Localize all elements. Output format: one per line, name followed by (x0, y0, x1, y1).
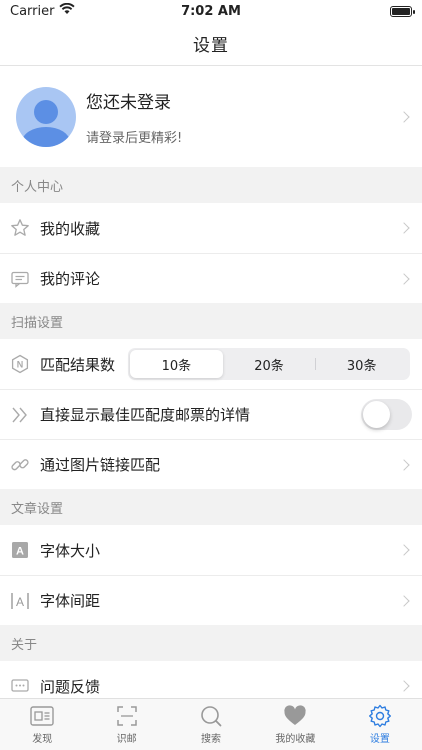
letter-spacing-row[interactable]: A 字体间距 (0, 575, 422, 625)
comments-label: 我的评论 (40, 270, 101, 288)
search-icon (201, 706, 222, 727)
tab-favorites[interactable]: 我的收藏 (253, 699, 337, 750)
match-count-segmented-control[interactable]: 10条 20条 30条 (128, 348, 410, 380)
chevron-right-icon (398, 544, 410, 556)
tab-label: 搜索 (201, 734, 222, 745)
tab-bar: 发现 识邮 搜索 我的收藏 设置 (0, 698, 422, 750)
letter-spacing-icon: A (10, 591, 30, 611)
tab-search[interactable]: 搜索 (169, 699, 253, 750)
link-icon (10, 455, 30, 475)
comments-row[interactable]: 我的评论 (0, 253, 422, 303)
profile-subtitle: 请登录后更精彩! (86, 130, 183, 146)
match-count-label: 匹配结果数 (40, 355, 116, 374)
discover-icon (30, 706, 54, 726)
heart-icon (284, 705, 307, 725)
section-header-article: 文章设置 (0, 489, 422, 525)
chevron-right-icon (398, 272, 410, 285)
segment-10[interactable]: 10条 (130, 350, 223, 378)
wifi-icon (59, 2, 76, 19)
svg-text:A: A (16, 546, 24, 558)
match-count-row: N 匹配结果数 10条 20条 30条 (0, 339, 422, 389)
status-bar: Carrier 7:02 AM (0, 0, 422, 22)
image-link-match-row[interactable]: 通过图片链接匹配 (0, 439, 422, 489)
comment-icon (10, 269, 30, 289)
carrier-label: Carrier (10, 3, 55, 19)
segment-30[interactable]: 30条 (315, 350, 408, 378)
segment-20[interactable]: 20条 (223, 350, 316, 378)
favorites-label: 我的收藏 (40, 219, 101, 238)
double-chevron-icon (10, 405, 30, 425)
chevron-right-icon (398, 222, 410, 234)
gear-icon (368, 704, 391, 728)
profile-name: 您还未登录 (86, 92, 171, 113)
tab-label: 我的收藏 (275, 734, 316, 745)
chevron-right-icon (398, 110, 410, 123)
font-size-row[interactable]: A 字体大小 (0, 525, 422, 575)
favorites-row[interactable]: 我的收藏 (0, 203, 422, 253)
chevron-right-icon (398, 458, 410, 471)
battery-icon (390, 5, 415, 17)
section-header-about: 关于 (0, 625, 422, 661)
navigation-bar: 设置 (0, 22, 422, 66)
scan-frame-icon (116, 706, 137, 726)
avatar (16, 86, 76, 147)
login-profile-row[interactable]: 您还未登录 请登录后更精彩! (0, 66, 422, 167)
page-title: 设置 (193, 36, 229, 56)
feedback-label: 问题反馈 (40, 677, 101, 696)
tab-recognize[interactable]: 识邮 (84, 699, 168, 750)
tab-settings[interactable]: 设置 (338, 699, 422, 750)
font-size-icon: A (10, 540, 30, 560)
tab-label: 识邮 (116, 734, 137, 745)
image-link-match-label: 通过图片链接匹配 (40, 456, 161, 474)
chevron-right-icon (398, 680, 410, 692)
feedback-icon (10, 676, 30, 696)
n-badge-icon: N (10, 354, 30, 374)
svg-text:A: A (16, 595, 24, 609)
section-header-personal: 个人中心 (0, 167, 422, 203)
letter-spacing-label: 字体间距 (40, 592, 101, 610)
svg-text:N: N (17, 360, 24, 370)
font-size-label: 字体大小 (40, 541, 101, 560)
show-best-match-row: 直接显示最佳匹配度邮票的详情 (0, 389, 422, 439)
chevron-right-icon (398, 594, 410, 607)
show-best-match-toggle[interactable] (361, 399, 412, 430)
tab-label: 设置 (369, 734, 390, 745)
tab-discover[interactable]: 发现 (0, 699, 84, 750)
show-best-match-label: 直接显示最佳匹配度邮票的详情 (40, 406, 251, 424)
section-header-scan: 扫描设置 (0, 303, 422, 339)
star-icon (10, 218, 30, 238)
tab-label: 发现 (32, 734, 53, 745)
